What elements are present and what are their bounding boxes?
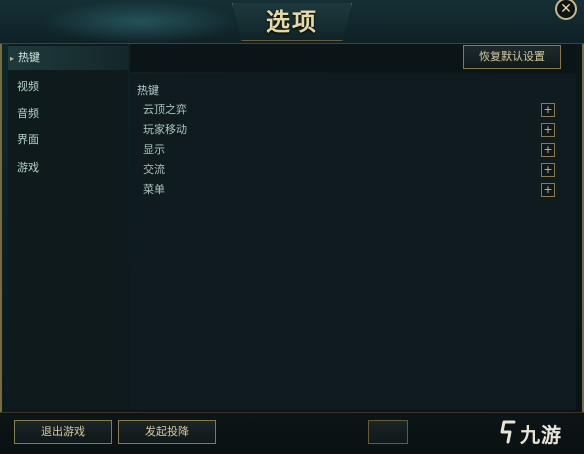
watermark-text: 九游 [520,423,562,447]
plus-icon[interactable]: + [541,143,555,157]
hotkey-group-label: 玩家移动 [143,123,187,136]
close-icon: ✕ [560,1,572,17]
watermark-logo-icon [500,420,516,444]
sidebar-item-label: 游戏 [17,161,39,174]
partially-hidden-button[interactable] [368,420,408,444]
plus-icon[interactable]: + [541,123,555,137]
restore-defaults-button[interactable]: 恢复默认设置 [463,45,561,69]
sidebar-item-audio[interactable]: 音频 [8,102,128,126]
hotkey-group-tft[interactable]: 云顶之弈 + [143,101,563,119]
surrender-button[interactable]: 发起投降 [118,420,216,444]
hotkey-group-player-movement[interactable]: 玩家移动 + [143,121,563,139]
plus-icon[interactable]: + [541,183,555,197]
sidebar-item-video[interactable]: 视频 [8,75,128,99]
plus-icon[interactable]: + [541,103,555,117]
hotkey-group-display[interactable]: 显示 + [143,141,563,159]
sidebar-item-interface[interactable]: 界面 [8,128,128,152]
hotkey-group-label: 显示 [143,143,165,156]
sidebar-item-game[interactable]: 游戏 [8,156,128,180]
plus-icon[interactable]: + [541,163,555,177]
sidebar-item-hotkeys[interactable]: ▸ 热键 [8,46,128,70]
chevron-right-icon: ▸ [10,54,15,63]
window-title: 选项 [266,8,318,36]
hotkey-group-label: 云顶之弈 [143,103,187,116]
watermark: 九游 [500,418,584,448]
hotkey-group-label: 菜单 [143,183,165,196]
hotkey-group-menu[interactable]: 菜单 + [143,181,563,199]
hotkey-group-communication[interactable]: 交流 + [143,161,563,179]
section-title: 热键 [137,84,159,97]
sidebar-item-label: 界面 [17,133,39,146]
header-glow [40,0,240,44]
sidebar-item-label: 音频 [17,107,39,120]
sidebar: ▸ 热键 视频 音频 界面 游戏 [8,44,128,410]
hotkey-group-label: 交流 [143,163,165,176]
sidebar-item-label: 视频 [17,80,39,93]
sidebar-item-label: 热键 [18,51,40,64]
exit-game-button[interactable]: 退出游戏 [14,420,112,444]
